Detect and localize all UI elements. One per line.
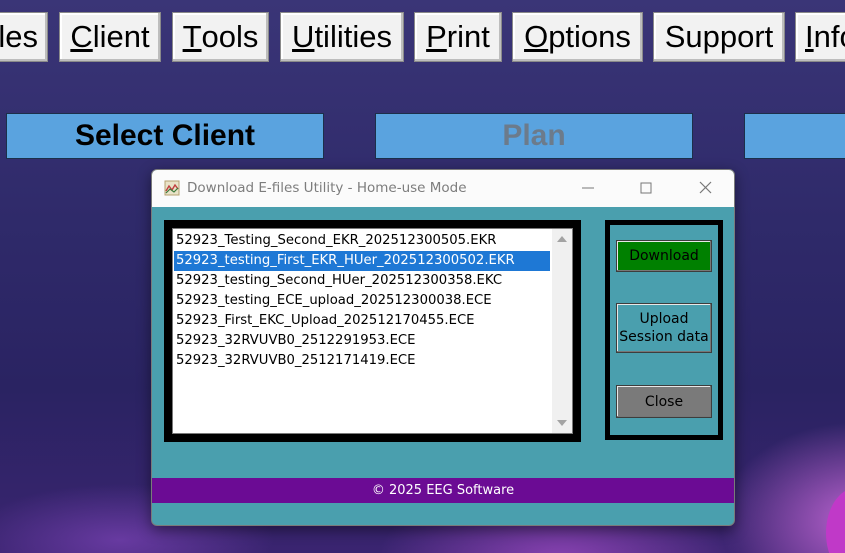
- download-button[interactable]: Download: [616, 240, 712, 272]
- dialog-title: Download E-files Utility - Home-use Mode: [187, 180, 467, 196]
- menu-tools[interactable]: Tools: [172, 12, 269, 62]
- vertical-scrollbar[interactable]: [552, 229, 572, 433]
- file-listbox[interactable]: 52923_Testing_Second_EKR_202512300505.EK…: [172, 228, 573, 434]
- scroll-up-arrow-icon[interactable]: [552, 231, 572, 247]
- list-item[interactable]: 52923_First_EKC_Upload_202512170455.ECE: [174, 311, 550, 331]
- maximize-button[interactable]: [631, 176, 661, 200]
- close-button[interactable]: Close: [616, 385, 712, 418]
- action-buttons-panel: Download Upload Session data Close: [610, 225, 718, 435]
- list-item-selected[interactable]: 52923_testing_First_EKR_HUer_20251230050…: [174, 251, 550, 271]
- menu-client[interactable]: Client: [59, 12, 161, 62]
- list-item[interactable]: 52923_testing_Second_HUer_202512300358.E…: [174, 271, 550, 291]
- menu-utilities[interactable]: Utilities: [280, 12, 404, 62]
- download-efiles-dialog: Download E-files Utility - Home-use Mode…: [151, 169, 735, 526]
- tab-plan[interactable]: Plan: [375, 113, 693, 159]
- close-icon: [699, 181, 712, 194]
- file-list-frame: 52923_Testing_Second_EKR_202512300505.EK…: [164, 220, 581, 442]
- list-item[interactable]: 52923_32RVUVB0_2512291953.ECE: [174, 331, 550, 351]
- tab-third[interactable]: [744, 113, 845, 159]
- minimize-button[interactable]: [573, 176, 603, 200]
- list-item[interactable]: 52923_32RVUVB0_2512171419.ECE: [174, 351, 550, 371]
- app-logo-icon: [164, 180, 180, 196]
- list-item[interactable]: 52923_Testing_Second_EKR_202512300505.EK…: [174, 231, 550, 251]
- action-buttons-frame: Download Upload Session data Close: [605, 220, 723, 440]
- menu-support[interactable]: Support: [653, 12, 785, 62]
- list-item[interactable]: 52923_testing_ECE_upload_202512300038.EC…: [174, 291, 550, 311]
- menu-bar: les Client Tools Utilities Print Options…: [0, 0, 845, 70]
- menu-print[interactable]: Print: [414, 12, 502, 62]
- scroll-down-arrow-icon[interactable]: [552, 415, 572, 431]
- upload-session-data-button[interactable]: Upload Session data: [616, 303, 712, 353]
- close-window-button[interactable]: [690, 176, 720, 200]
- tab-select-client[interactable]: Select Client: [6, 113, 324, 159]
- minimize-icon: [582, 187, 594, 189]
- menu-files[interactable]: les: [0, 12, 48, 62]
- maximize-icon: [640, 182, 652, 194]
- copyright-footer: © 2025 EEG Software: [152, 478, 734, 503]
- dialog-titlebar[interactable]: Download E-files Utility - Home-use Mode: [152, 170, 734, 207]
- menu-info[interactable]: Info: [795, 12, 845, 62]
- menu-options[interactable]: Options: [512, 12, 643, 62]
